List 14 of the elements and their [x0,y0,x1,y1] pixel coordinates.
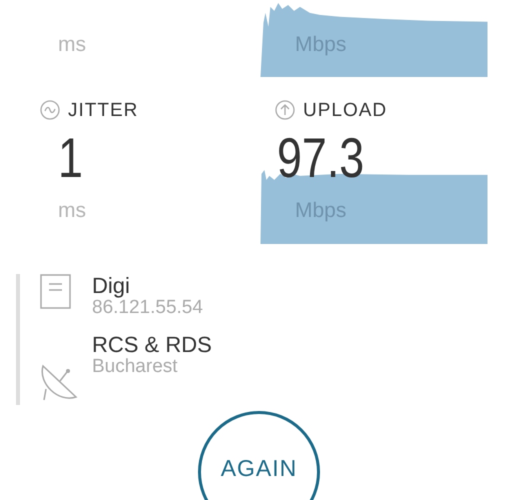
ip-address: 86.121.55.54 [92,298,203,320]
metric-label: UPLOAD [303,100,388,120]
server-host: RCS & RDS [92,333,212,358]
metric-value: 97.3 [277,130,364,186]
isp-name: Digi [92,274,131,298]
metric-label: JITTER [68,100,138,120]
unit-label: ms [58,34,87,55]
server-location: Bucharest [92,357,179,378]
unit-label: ms [57,200,86,221]
document-icon [40,274,71,309]
satellite-dish-icon [40,363,78,402]
metric-value: 1 [58,130,83,186]
again-button[interactable]: AGAIN [198,411,320,500]
wave-icon [40,100,60,120]
